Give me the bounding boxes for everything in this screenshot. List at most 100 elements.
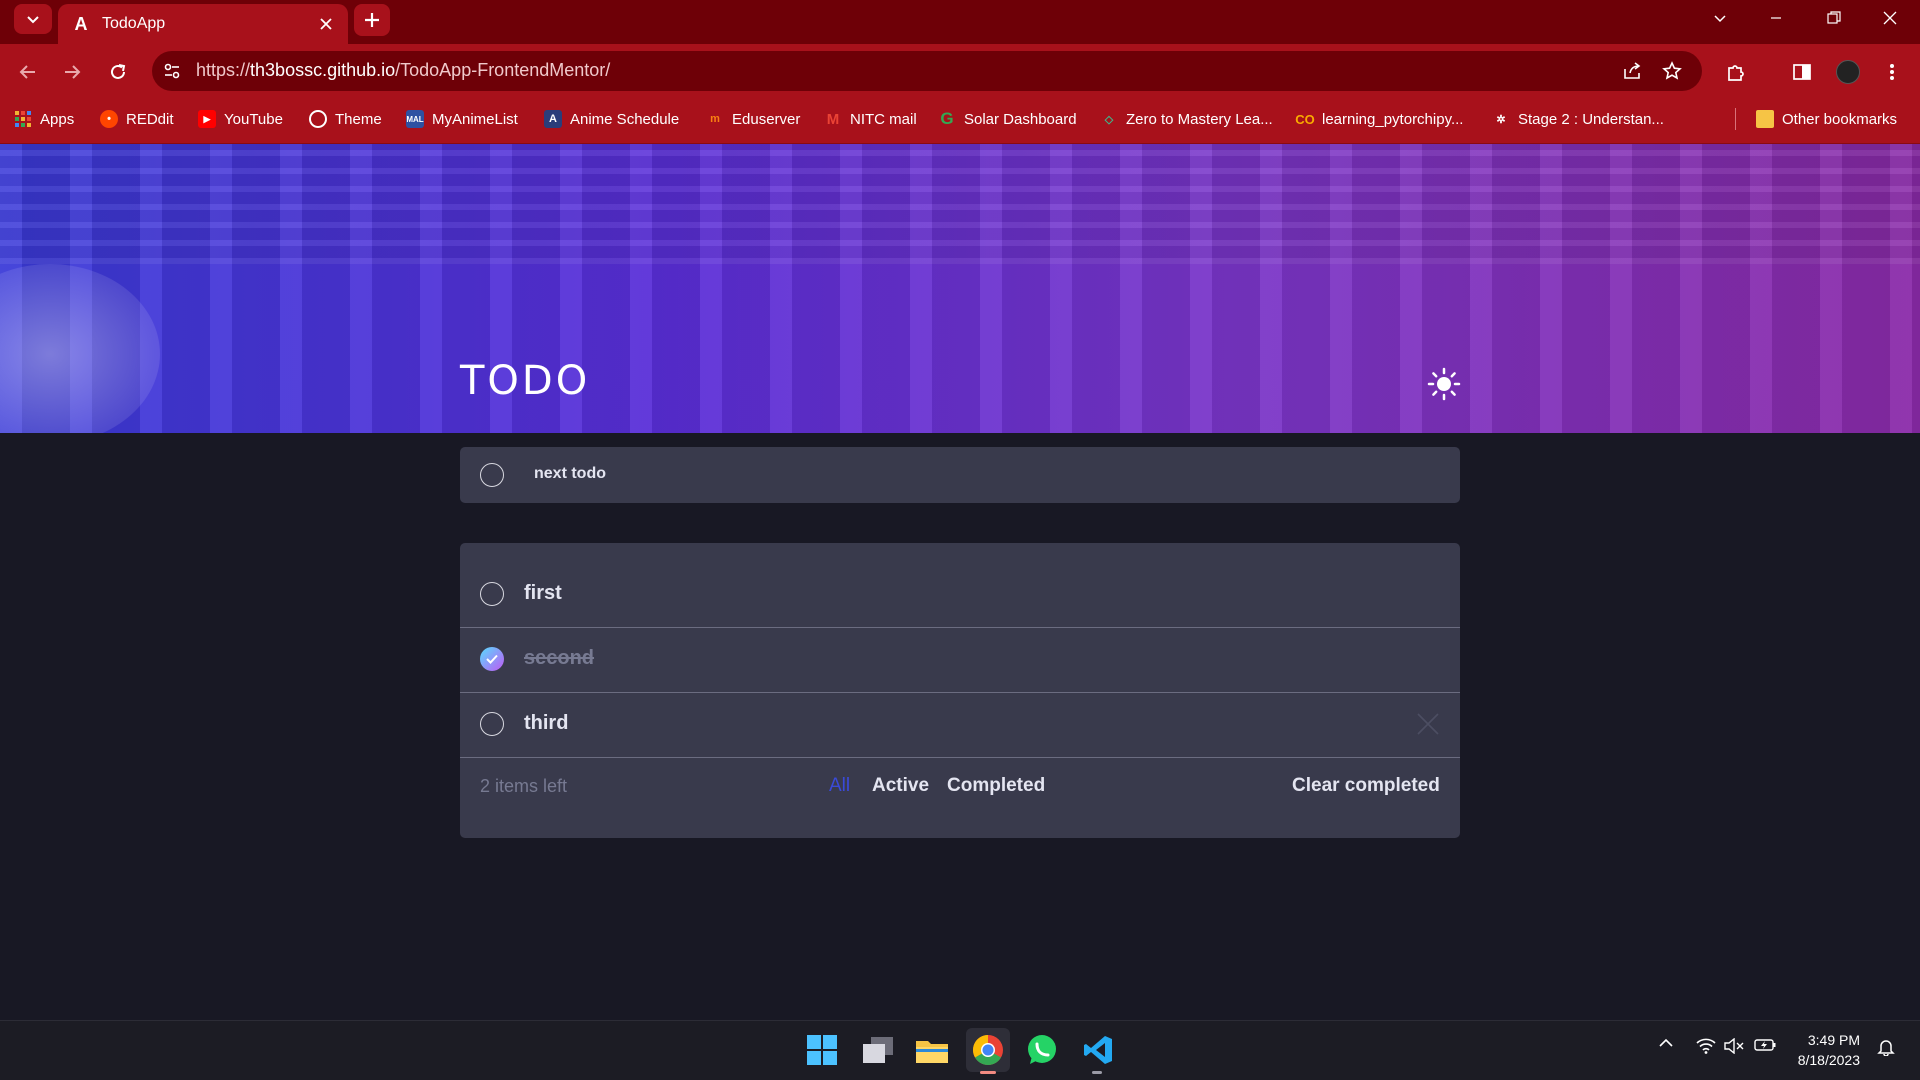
new-todo-toggle[interactable]	[480, 463, 504, 487]
bookmark-apps[interactable]: Apps	[14, 104, 74, 134]
close-icon	[1883, 11, 1897, 25]
bookmark-star-button[interactable]	[1656, 55, 1688, 87]
whatsapp-icon	[1028, 1035, 1056, 1064]
side-panel-button[interactable]	[1786, 56, 1818, 88]
battery-charging-icon	[1754, 1039, 1776, 1051]
browser-tab[interactable]: A TodoApp	[58, 4, 348, 44]
chevron-up-icon	[1659, 1038, 1673, 1047]
puzzle-icon	[1728, 65, 1744, 81]
star-icon	[1662, 61, 1682, 80]
show-hidden-icons-button[interactable]	[1654, 1038, 1678, 1048]
taskbar	[0, 1020, 1920, 1080]
bookmark-learning-pytorch[interactable]: CO learning_pytorchipy...	[1295, 104, 1463, 134]
folder-icon	[1756, 110, 1774, 128]
clock-date: 8/18/2023	[1797, 1052, 1860, 1068]
plus-icon	[365, 13, 379, 27]
youtube-icon: ▶	[198, 110, 216, 128]
arrow-left-icon	[19, 65, 35, 79]
ztm-icon: ◇	[1104, 113, 1114, 126]
taskbar-chrome[interactable]	[966, 1028, 1010, 1072]
close-icon	[320, 18, 332, 30]
bookmark-stage-2[interactable]: ✲ Stage 2 : Understan...	[1492, 104, 1664, 134]
todo-item[interactable]	[460, 693, 1460, 758]
todo-item[interactable]	[460, 563, 1460, 628]
minimize-button[interactable]	[1748, 0, 1804, 36]
new-todo-input[interactable]	[460, 447, 1460, 503]
avatar	[1836, 60, 1860, 84]
battery-status[interactable]	[1752, 1038, 1778, 1052]
start-button[interactable]	[800, 1028, 844, 1072]
bookmark-other-bookmarks[interactable]: Other bookmarks	[1756, 104, 1897, 134]
filter-active[interactable]: Active	[872, 775, 929, 797]
bookmark-youtube[interactable]: ▶ YouTube	[198, 104, 283, 134]
arrow-right-icon	[65, 65, 81, 79]
todo-item[interactable]	[460, 628, 1460, 693]
chevron-down-icon	[27, 16, 39, 24]
clock-time: 3:49 PM	[1807, 1032, 1860, 1048]
colab-icon: CO	[1295, 111, 1315, 127]
site-info-button[interactable]	[156, 55, 188, 87]
anime-schedule-icon: A	[544, 110, 562, 128]
delete-todo-button[interactable]	[1416, 712, 1440, 736]
chevron-down-icon	[1714, 15, 1726, 23]
back-button[interactable]	[12, 56, 44, 88]
taskbar-file-explorer[interactable]	[910, 1028, 954, 1072]
tab-dropdown-button[interactable]	[1692, 0, 1748, 36]
speaker-muted-icon	[1724, 1038, 1744, 1054]
menu-button[interactable]	[1876, 56, 1908, 88]
todo-checkbox[interactable]	[480, 582, 504, 606]
bookmark-reddit[interactable]: • REDdit	[100, 104, 174, 134]
minimize-icon	[1771, 17, 1781, 19]
new-tab-button[interactable]	[354, 4, 390, 36]
bookmark-nitc-mail[interactable]: M NITC mail	[824, 104, 917, 134]
tab-title: TodoApp	[102, 15, 166, 32]
new-todo-value[interactable]: next todo	[534, 465, 606, 483]
bookmark-solar-dashboard[interactable]: G Solar Dashboard	[938, 104, 1076, 134]
theme-toggle-button[interactable]	[1426, 366, 1462, 402]
volume-status[interactable]	[1722, 1038, 1746, 1054]
todo-text-completed: second	[524, 647, 595, 669]
task-view-icon	[863, 1037, 893, 1063]
restore-icon	[1827, 11, 1841, 24]
windows-icon	[807, 1035, 837, 1065]
filter-completed[interactable]: Completed	[947, 775, 1045, 797]
taskbar-whatsapp[interactable]	[1020, 1028, 1064, 1072]
wifi-status[interactable]	[1694, 1038, 1718, 1054]
wifi-icon	[1696, 1038, 1716, 1054]
share-button[interactable]	[1616, 55, 1648, 87]
bookmark-eduserver[interactable]: m Eduserver	[706, 104, 800, 134]
tab-search-button[interactable]	[14, 4, 52, 34]
globe-icon	[309, 110, 327, 128]
close-window-button[interactable]	[1862, 0, 1918, 36]
openai-icon: ✲	[1496, 113, 1506, 126]
clear-completed-button[interactable]: Clear completed	[1292, 775, 1440, 797]
folder-icon	[916, 1041, 948, 1063]
filter-all[interactable]: All	[829, 775, 850, 797]
bookmark-anime-schedule[interactable]: A Anime Schedule	[544, 104, 679, 134]
notifications-button[interactable]	[1874, 1038, 1898, 1056]
forward-button[interactable]	[56, 56, 88, 88]
restore-button[interactable]	[1806, 0, 1862, 36]
share-icon	[1624, 62, 1641, 79]
url-text[interactable]: https://th3bossc.github.io/TodoApp-Front…	[196, 60, 610, 81]
more-vertical-icon	[1890, 64, 1894, 80]
extensions-button[interactable]	[1720, 56, 1752, 88]
tune-icon	[164, 63, 180, 79]
header-background-image	[0, 144, 1920, 433]
close-tab-button[interactable]	[312, 10, 340, 38]
page-title: TODO	[460, 358, 591, 404]
bookmark-myanimelist[interactable]: MAL MyAnimeList	[406, 104, 518, 134]
profile-button[interactable]	[1832, 56, 1864, 88]
bookmark-zero-to-mastery[interactable]: ◇ Zero to Mastery Lea...	[1100, 104, 1273, 134]
sun-icon	[1427, 367, 1461, 401]
bookmark-theme[interactable]: Theme	[309, 104, 382, 134]
gmail-icon: M	[826, 110, 840, 128]
angular-icon: A	[74, 13, 88, 34]
todo-checkbox[interactable]	[480, 712, 504, 736]
taskbar-vscode[interactable]	[1076, 1028, 1120, 1072]
taskbar-clock[interactable]: 3:49 PM 8/18/2023	[1790, 1030, 1860, 1070]
task-view-button[interactable]	[856, 1028, 900, 1072]
reload-button[interactable]	[102, 56, 134, 88]
todo-checkbox-checked[interactable]	[480, 647, 504, 671]
eduserver-icon: m	[710, 113, 720, 125]
